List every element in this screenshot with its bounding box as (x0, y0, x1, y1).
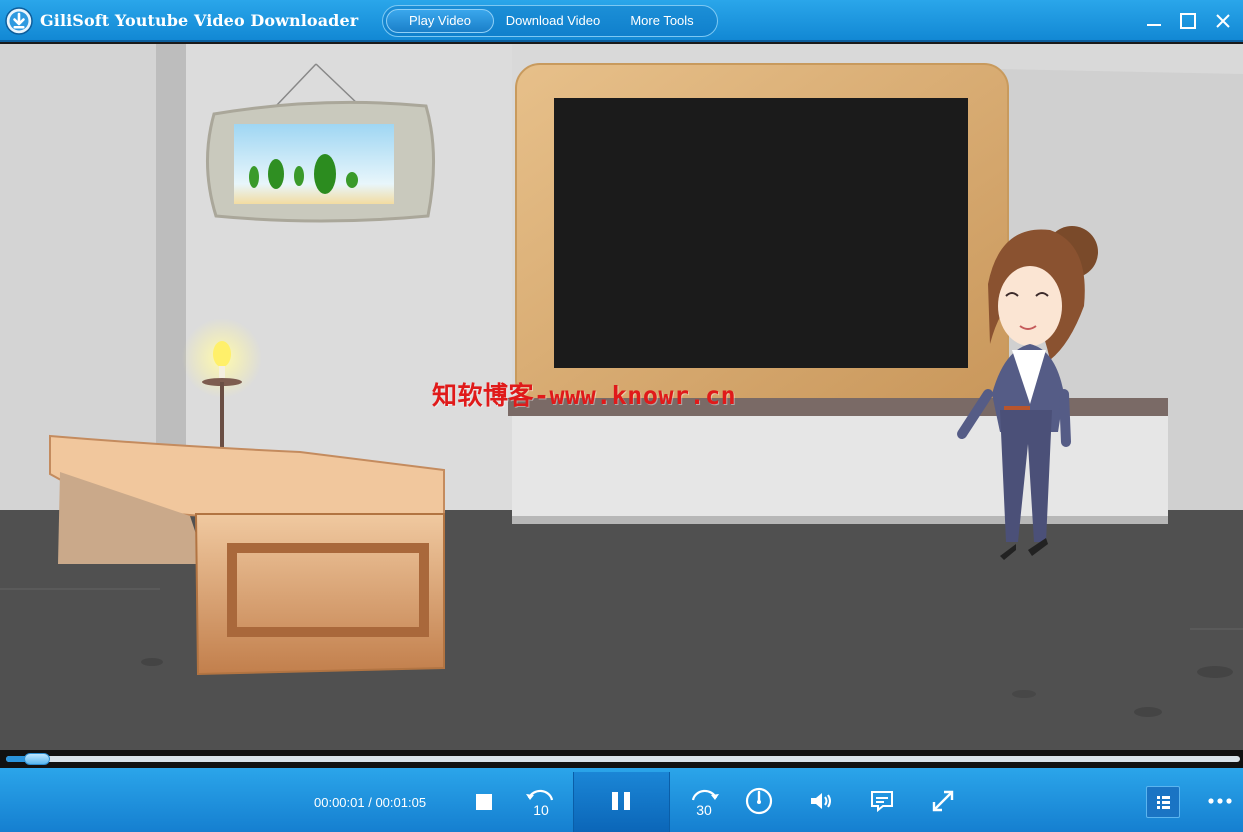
rewind-seconds: 10 (533, 802, 549, 818)
forward-30-icon: 30 (691, 789, 719, 818)
seek-handle[interactable] (23, 753, 50, 765)
app-title: GiliSoft Youtube Video Downloader (40, 11, 359, 30)
playlist-icon (1157, 796, 1170, 809)
progress-bar (0, 750, 1243, 768)
speed-icon (745, 787, 773, 815)
time-display: 00:00:01 / 00:01:05 (314, 795, 426, 810)
rewind-10-button[interactable]: 10 (523, 786, 557, 818)
tab-play-video[interactable]: Play Video (386, 9, 494, 33)
more-icon (1208, 798, 1232, 804)
forward-30-button[interactable]: 30 (688, 786, 722, 818)
stop-button[interactable] (472, 790, 496, 814)
duration: 00:01:05 (375, 795, 427, 810)
time-separator: / (364, 795, 376, 810)
tab-download-video[interactable]: Download Video (501, 9, 605, 33)
seek-track[interactable] (6, 753, 1240, 765)
playlist-button[interactable] (1146, 786, 1180, 818)
tab-more-tools[interactable]: More Tools (613, 9, 711, 33)
video-player[interactable]: 知软博客-www.knowr.cn (0, 44, 1243, 750)
rewind-10-icon: 10 (526, 789, 554, 818)
pause-button[interactable] (573, 772, 670, 832)
video-watermark: 知软博客-www.knowr.cn (432, 381, 737, 410)
control-bar: 00:00:01 / 00:01:05 10 30 (0, 768, 1243, 832)
current-time: 00:00:01 (314, 795, 365, 810)
more-button[interactable] (1206, 792, 1236, 808)
close-icon[interactable] (1211, 9, 1235, 33)
speed-button[interactable] (744, 786, 774, 816)
maximize-icon[interactable] (1176, 9, 1200, 33)
app-logo-icon (5, 7, 33, 35)
pause-icon (612, 792, 630, 810)
stop-icon (476, 794, 492, 810)
minimize-icon[interactable] (1142, 9, 1166, 33)
main-tabs: Play Video Download Video More Tools (382, 5, 718, 37)
fullscreen-button[interactable] (930, 788, 956, 814)
fullscreen-icon (932, 790, 954, 812)
volume-button[interactable] (808, 789, 834, 813)
subtitle-icon (871, 791, 893, 813)
volume-icon (811, 793, 831, 809)
title-bar: GiliSoft Youtube Video Downloader Play V… (0, 0, 1243, 42)
forward-seconds: 30 (696, 802, 712, 818)
subtitle-button[interactable] (869, 789, 895, 813)
